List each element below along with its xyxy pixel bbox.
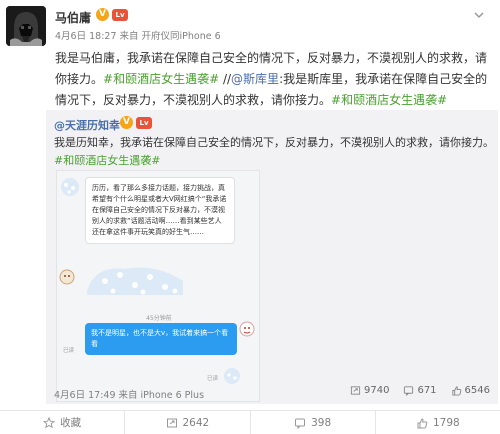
author-badges: V Lv [96, 8, 128, 21]
level-badge-icon: Lv [112, 8, 128, 21]
like-count: 6546 [464, 385, 490, 396]
comment-button[interactable]: 398 [251, 411, 376, 434]
author-name[interactable]: 马伯庸 [55, 9, 91, 26]
favorite-button[interactable]: 收藏 [0, 411, 126, 434]
chat-bubble-left: 历历，看了那么多接力话题，接力挑战，真希望有个什么明星或者大V网红搞个“我承诺在… [85, 177, 235, 244]
cloud-sticker-icon [224, 368, 240, 384]
forward-icon [350, 386, 361, 395]
hashtag-link[interactable]: #和颐酒店女生遇袭# [331, 93, 447, 107]
comment-icon [404, 386, 414, 396]
chat-time: 45分钟前 [146, 315, 172, 322]
read-status: 已读 [63, 348, 75, 354]
post-meta[interactable]: 4月6日 18:27 来自 开府仪同iPhone 6 [55, 28, 221, 42]
verified-badge-icon: V [120, 116, 133, 129]
forward-count: 9740 [364, 385, 390, 396]
repost-forward-stat[interactable]: 9740 [350, 385, 389, 396]
like-count: 1798 [433, 416, 460, 429]
favorite-label: 收藏 [60, 417, 82, 429]
polka-dot-sticker-icon [87, 267, 183, 295]
thumbs-up-icon [451, 386, 461, 396]
repost-author[interactable]: @天涯历知幸 [54, 117, 120, 133]
repost-comment-stat[interactable]: 671 [403, 385, 437, 396]
self-avatar-icon [239, 321, 255, 337]
level-badge-icon: Lv [136, 116, 152, 129]
weibo-card: 马伯庸 V Lv 4月6日 18:27 来自 开府仪同iPhone 6 我是马伯… [0, 0, 500, 434]
thumbs-up-icon [417, 417, 428, 428]
forward-button[interactable]: 2642 [125, 411, 251, 434]
sticker-avatar-icon [59, 269, 75, 285]
verified-badge-icon: V [96, 8, 109, 21]
repost-stats: 9740 671 6546 [350, 385, 490, 396]
like-button[interactable]: 1798 [376, 411, 500, 434]
comment-icon [295, 418, 306, 429]
chevron-down-icon[interactable] [472, 8, 486, 22]
chat-screenshot[interactable]: 历历，看了那么多接力话题，接力挑战，真希望有个什么明星或者大V网红搞个“我承诺在… [56, 170, 260, 402]
post-text: 我是马伯庸，我承诺在保障自己安全的情况下，反对暴力，不漠视别人的求救，请你接力。… [55, 48, 491, 111]
hashtag-link[interactable]: #和颐酒店女生遇袭# [103, 72, 219, 86]
repost-author-badges: V Lv [120, 116, 152, 129]
star-icon [43, 416, 56, 428]
read-status: 已读 [207, 376, 219, 382]
hashtag-link[interactable]: #和颐酒店女生遇袭# [54, 154, 160, 167]
cloud-sticker-icon [61, 178, 79, 196]
comment-count: 398 [311, 416, 332, 429]
repost-like-stat[interactable]: 6546 [451, 385, 490, 396]
mention-link[interactable]: @斯库里 [231, 72, 279, 86]
forward-count: 2642 [182, 416, 210, 429]
repost-text-body: 我是历知幸，我承诺在保障自己安全的情况下，反对暴力，不漠视别人的求救，请你接力。 [54, 136, 494, 149]
comment-count: 671 [417, 385, 437, 396]
author-avatar[interactable] [6, 6, 46, 46]
repost-meta[interactable]: 4月6日 17:49 来自 iPhone 6 Plus [54, 387, 204, 401]
repost-separator: // [219, 72, 232, 86]
chat-bubble-right: 我不是明星，也不是大v，我试着来搞一个看看 [85, 323, 237, 355]
repost-block: @天涯历知幸 V Lv 我是历知幸，我承诺在保障自己安全的情况下，反对暴力，不漠… [46, 110, 498, 404]
action-bar: 收藏 2642 398 1798 [0, 410, 500, 434]
forward-icon [166, 418, 177, 427]
repost-text: 我是历知幸，我承诺在保障自己安全的情况下，反对暴力，不漠视别人的求救，请你接力。… [54, 134, 494, 170]
